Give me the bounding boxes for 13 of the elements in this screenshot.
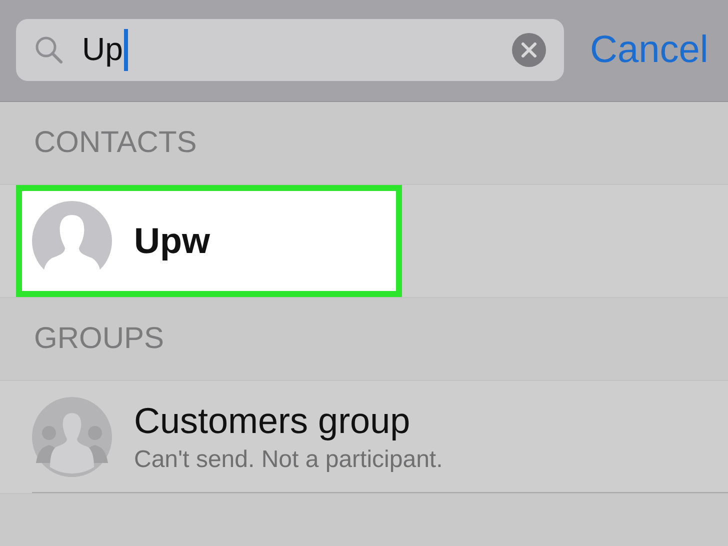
text-cursor bbox=[124, 28, 128, 70]
clear-icon[interactable] bbox=[512, 32, 546, 66]
search-field[interactable]: Up bbox=[16, 18, 564, 80]
search-text: Up bbox=[82, 31, 123, 68]
contact-name: Upw bbox=[134, 220, 210, 262]
list-item[interactable]: Upw bbox=[16, 185, 402, 297]
section-title: GROUPS bbox=[34, 322, 164, 356]
section-title: CONTACTS bbox=[34, 126, 197, 160]
group-status: Can't send. Not a participant. bbox=[134, 446, 443, 474]
group-name: Customers group bbox=[134, 400, 412, 442]
group-avatar-icon bbox=[32, 397, 112, 477]
person-avatar-icon bbox=[32, 201, 112, 281]
search-icon bbox=[34, 34, 64, 64]
